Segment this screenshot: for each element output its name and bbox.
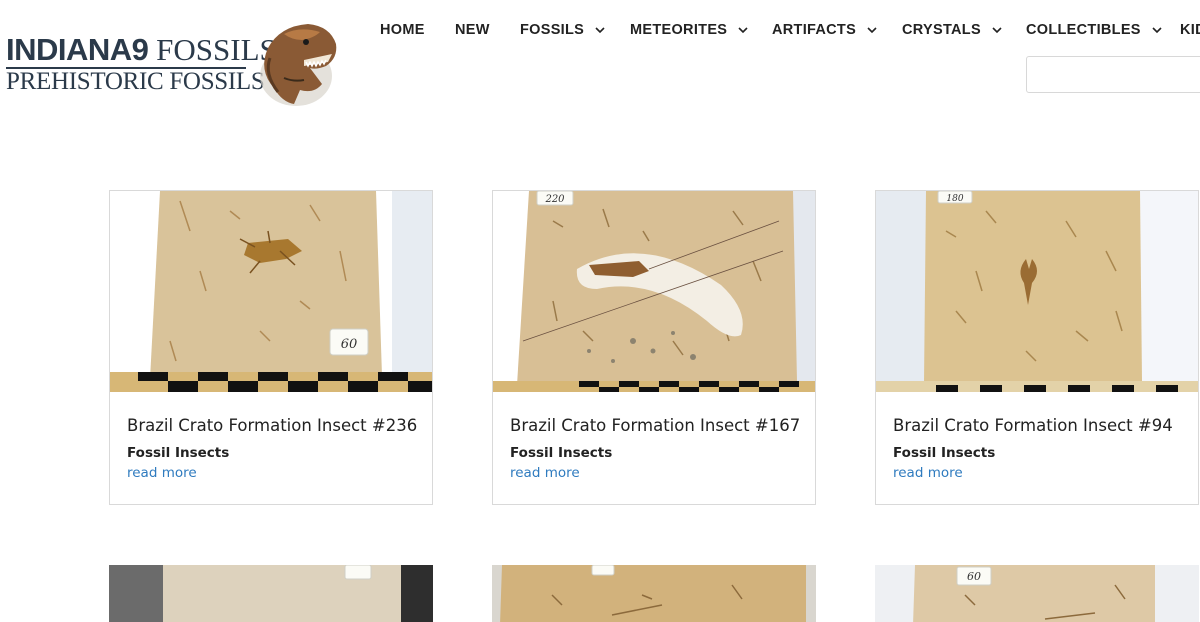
product-card: 220 Brazil Crato Formation Insect #167 F…	[492, 190, 816, 505]
nav-label: HOME	[380, 22, 425, 38]
logo-wordmark: INDIANA9 FOSSILS	[6, 34, 277, 65]
product-info: Brazil Crato Formation Insect #236 Fossi…	[110, 392, 432, 504]
nav-label: ARTIFACTS	[772, 22, 857, 38]
chevron-down-icon	[1152, 27, 1162, 34]
chevron-down-icon	[595, 27, 605, 34]
nav-label: NEW	[455, 22, 490, 38]
logo-text-brand: INDIANA9	[6, 32, 149, 67]
nav-label: METEORITES	[630, 22, 728, 38]
chevron-down-icon	[867, 27, 877, 34]
logo-tagline: PREHISTORIC FOSSILS	[6, 68, 265, 95]
product-category[interactable]: Fossil Insects	[510, 445, 798, 461]
product-card: 60 Brazil Crato Formation Insect #236 Fo…	[109, 190, 433, 505]
product-image[interactable]: 180	[876, 191, 1198, 392]
product-category[interactable]: Fossil Insects	[127, 445, 415, 461]
product-card: 180 Brazil Crato Formation Insect #94 Fo…	[875, 190, 1199, 505]
price-tag-text: 60	[967, 570, 981, 583]
t-rex-head-icon	[260, 24, 337, 106]
search-input[interactable]	[1026, 56, 1200, 93]
nav-label: COLLECTIBLES	[1026, 22, 1141, 38]
product-image[interactable]: 60	[875, 565, 1199, 622]
product-category[interactable]: Fossil Insects	[893, 445, 1181, 461]
chevron-down-icon	[738, 27, 748, 34]
site-logo[interactable]: INDIANA9 FOSSILS PREHISTORIC FOSSILS	[6, 18, 337, 108]
nav-item-new[interactable]: NEW	[455, 22, 490, 38]
nav-item-crystals[interactable]: CRYSTALS	[902, 22, 1003, 38]
price-tag-text: 60	[341, 337, 358, 352]
product-card-partial[interactable]	[492, 565, 816, 622]
nav-item-artifacts[interactable]: ARTIFACTS	[772, 22, 878, 38]
read-more-link[interactable]: read more	[893, 465, 963, 483]
nav-label: FOSSILS	[520, 22, 585, 38]
product-image[interactable]: 220	[493, 191, 815, 392]
product-info: Brazil Crato Formation Insect #94 Fossil…	[876, 392, 1198, 504]
nav-label: KID	[1180, 22, 1200, 38]
chevron-down-icon	[992, 27, 1002, 34]
nav-item-home[interactable]: HOME	[380, 22, 425, 38]
nav-item-kids[interactable]: KID	[1180, 22, 1200, 38]
nav-label: CRYSTALS	[902, 22, 981, 38]
product-info: Brazil Crato Formation Insect #167 Fossi…	[493, 392, 815, 504]
nav-item-fossils[interactable]: FOSSILS	[520, 22, 606, 38]
product-card-partial[interactable]: 60	[875, 565, 1199, 622]
read-more-link[interactable]: read more	[127, 465, 197, 483]
product-title[interactable]: Brazil Crato Formation Insect #94	[893, 416, 1181, 436]
product-title[interactable]: Brazil Crato Formation Insect #236	[127, 416, 417, 436]
product-image[interactable]	[492, 565, 816, 622]
product-image[interactable]: 60	[110, 191, 432, 392]
product-card-partial[interactable]	[109, 565, 433, 622]
read-more-link[interactable]: read more	[510, 465, 580, 483]
price-tag-text: 180	[946, 194, 963, 204]
price-tag-text: 220	[544, 194, 565, 205]
nav-item-meteorites[interactable]: METEORITES	[630, 22, 749, 38]
nav-item-collectibles[interactable]: COLLECTIBLES	[1026, 22, 1163, 38]
product-title[interactable]: Brazil Crato Formation Insect #167	[510, 416, 800, 436]
product-image[interactable]	[109, 565, 433, 622]
